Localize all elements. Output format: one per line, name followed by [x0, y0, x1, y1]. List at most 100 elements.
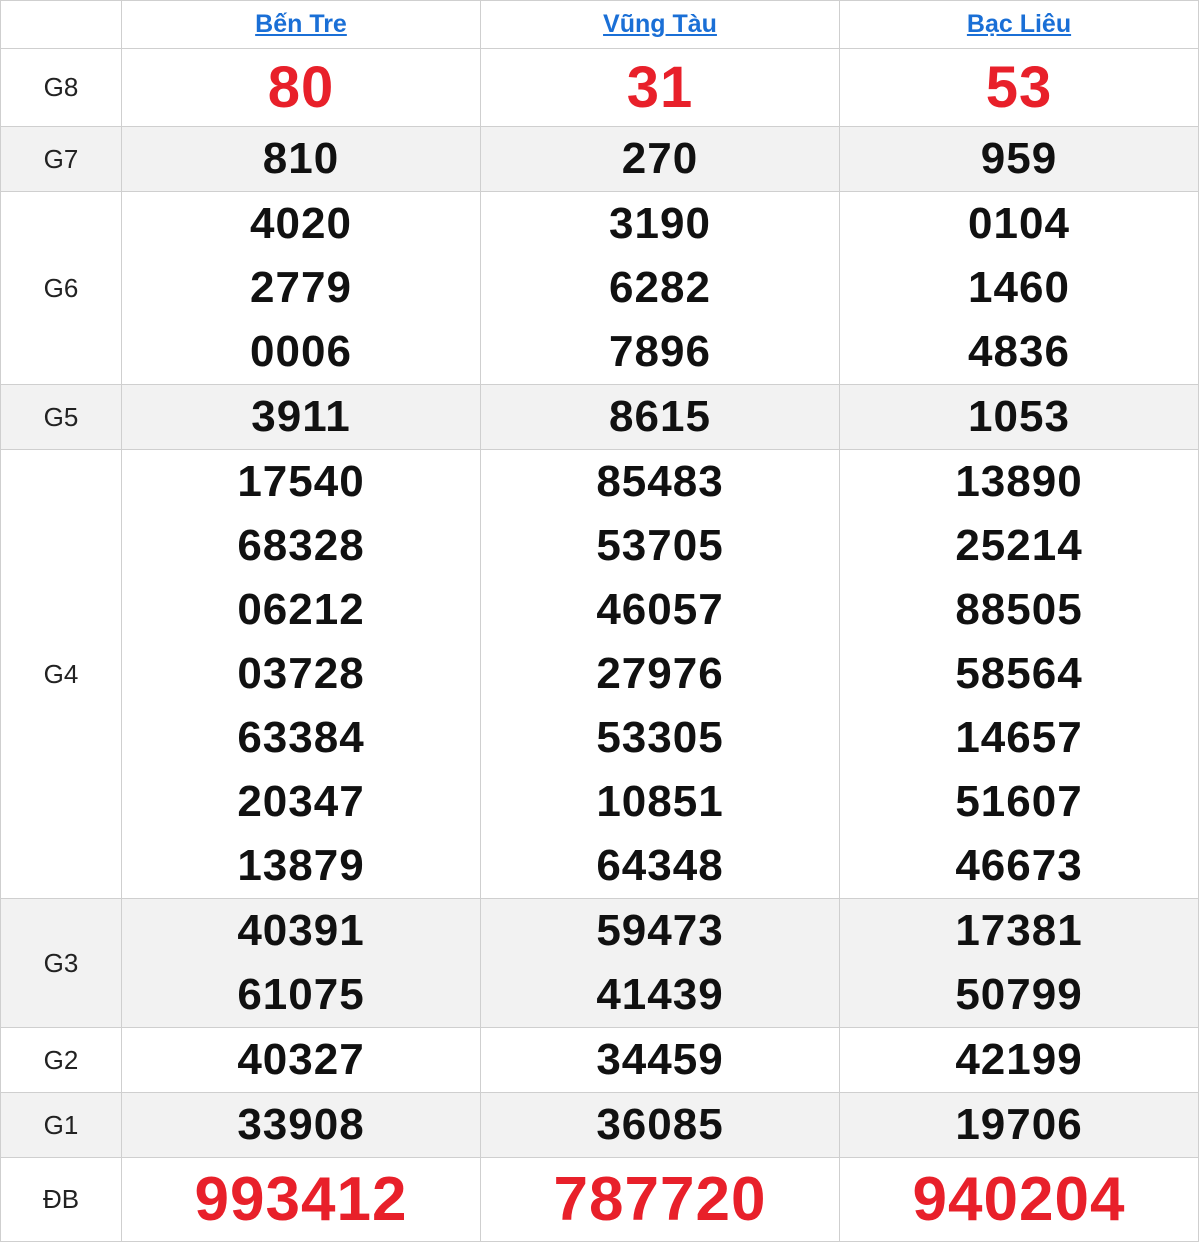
prize-number: 787720 — [553, 1164, 767, 1234]
prize-cell: 993412 — [121, 1157, 481, 1242]
prize-label: G8 — [0, 48, 122, 127]
prize-label: G7 — [0, 126, 122, 192]
province-link-ben-tre[interactable]: Bến Tre — [255, 10, 347, 38]
prize-number: 46057 — [596, 585, 724, 634]
prize-number: 17540 — [237, 457, 365, 506]
prize-number: 61075 — [237, 970, 365, 1019]
prize-cell: 34459 — [480, 1027, 840, 1093]
prize-row-đb: ĐB 993412 787720 940204 — [0, 1157, 1199, 1242]
prize-number: 1460 — [968, 263, 1070, 312]
prize-cell: 31 — [480, 48, 840, 127]
prize-number: 3911 — [251, 392, 351, 441]
prize-row-g7: G7 810 270 959 — [0, 126, 1199, 192]
prize-number: 17381 — [955, 906, 1083, 955]
prize-cell: 42199 — [839, 1027, 1199, 1093]
prize-cell: 1053 — [839, 384, 1199, 450]
prize-number: 46673 — [955, 841, 1083, 890]
prize-cell: 3190 6282 7896 — [480, 191, 840, 385]
prize-cell: 0104 1460 4836 — [839, 191, 1199, 385]
prize-cell: 3911 — [121, 384, 481, 450]
prize-number: 63384 — [237, 713, 365, 762]
prize-number: 270 — [621, 134, 699, 183]
prize-number: 34459 — [596, 1035, 724, 1084]
prize-cell: 787720 — [480, 1157, 840, 1242]
prize-cell: 80 — [121, 48, 481, 127]
prize-cell: 959 — [839, 126, 1199, 192]
prize-number: 03728 — [237, 649, 365, 698]
prize-number: 64348 — [596, 841, 724, 890]
prize-number: 10851 — [596, 777, 724, 826]
prize-number: 1053 — [968, 392, 1070, 441]
prize-label: G4 — [0, 449, 122, 899]
prize-cell: 13890 25214 88505 58564 14657 51607 46673 — [839, 449, 1199, 899]
prize-cell: 36085 — [480, 1092, 840, 1158]
prize-number: 58564 — [955, 649, 1083, 698]
prize-number: 80 — [267, 54, 335, 120]
prize-label: G2 — [0, 1027, 122, 1093]
header-empty-cell — [0, 0, 122, 49]
prize-number: 41439 — [596, 970, 724, 1019]
prize-row-g5: G5 3911 8615 1053 — [0, 384, 1199, 450]
prize-number: 0006 — [250, 327, 352, 376]
prize-row-g3: G3 40391 61075 59473 41439 17381 50799 — [0, 898, 1199, 1028]
prize-number: 27976 — [596, 649, 724, 698]
prize-number: 33908 — [237, 1100, 365, 1149]
prize-row-g8: G8 80 31 53 — [0, 48, 1199, 127]
prize-label: ĐB — [0, 1157, 122, 1242]
province-link-vung-tau[interactable]: Vũng Tàu — [603, 10, 717, 38]
prize-cell: 40391 61075 — [121, 898, 481, 1028]
prize-number: 40391 — [237, 906, 365, 955]
header-row: Bến Tre Vũng Tàu Bạc Liêu — [0, 0, 1199, 49]
prize-number: 59473 — [596, 906, 724, 955]
prize-cell: 40327 — [121, 1027, 481, 1093]
prize-label: G5 — [0, 384, 122, 450]
prize-number: 53305 — [596, 713, 724, 762]
prize-number: 85483 — [596, 457, 724, 506]
prize-cell: 59473 41439 — [480, 898, 840, 1028]
prize-label: G1 — [0, 1092, 122, 1158]
prize-cell: 85483 53705 46057 27976 53305 10851 64348 — [480, 449, 840, 899]
prize-cell: 940204 — [839, 1157, 1199, 1242]
prize-row-g1: G1 33908 36085 19706 — [0, 1092, 1199, 1158]
header-cell-province: Bạc Liêu — [839, 0, 1199, 49]
prize-number: 31 — [626, 54, 694, 120]
prize-number: 06212 — [237, 585, 365, 634]
prize-number: 3190 — [609, 199, 711, 248]
prize-cell: 8615 — [480, 384, 840, 450]
prize-number: 51607 — [955, 777, 1083, 826]
header-cell-province: Vũng Tàu — [480, 0, 840, 49]
prize-number: 4836 — [968, 327, 1070, 376]
prize-number: 4020 — [250, 199, 352, 248]
prize-row-g4: G4 17540 68328 06212 03728 63384 20347 13879 854… — [0, 449, 1199, 899]
prize-number: 14657 — [955, 713, 1083, 762]
prize-number: 53705 — [596, 521, 724, 570]
prize-number: 53 — [985, 54, 1053, 120]
prize-row-g2: G2 40327 34459 42199 — [0, 1027, 1199, 1093]
prize-number: 13890 — [955, 457, 1083, 506]
prize-cell: 19706 — [839, 1092, 1199, 1158]
prize-number: 940204 — [912, 1164, 1126, 1234]
prize-label: G3 — [0, 898, 122, 1028]
prize-number: 19706 — [955, 1100, 1083, 1149]
prize-number: 959 — [980, 134, 1058, 183]
prize-number: 36085 — [596, 1100, 724, 1149]
province-link-bac-lieu[interactable]: Bạc Liêu — [967, 10, 1071, 38]
prize-number: 50799 — [955, 970, 1083, 1019]
prize-cell: 17540 68328 06212 03728 63384 20347 13879 — [121, 449, 481, 899]
prize-number: 0104 — [968, 199, 1070, 248]
prize-cell: 33908 — [121, 1092, 481, 1158]
prize-number: 88505 — [955, 585, 1083, 634]
prize-number: 993412 — [194, 1164, 408, 1234]
prize-cell: 810 — [121, 126, 481, 192]
prize-number: 2779 — [250, 263, 352, 312]
prize-row-g6: G6 4020 2779 0006 3190 6282 7896 0104 1460 4836 — [0, 191, 1199, 385]
prize-number: 42199 — [955, 1035, 1083, 1084]
prize-label: G6 — [0, 191, 122, 385]
prize-number: 7896 — [609, 327, 711, 376]
prize-number: 6282 — [609, 263, 711, 312]
prize-number: 25214 — [955, 521, 1083, 570]
prize-number: 8615 — [609, 392, 711, 441]
prize-number: 13879 — [237, 841, 365, 890]
lottery-results-table: Bến Tre Vũng Tàu Bạc Liêu G8 80 31 53 G7 810 2… — [0, 0, 1199, 1242]
prize-number: 810 — [262, 134, 340, 183]
